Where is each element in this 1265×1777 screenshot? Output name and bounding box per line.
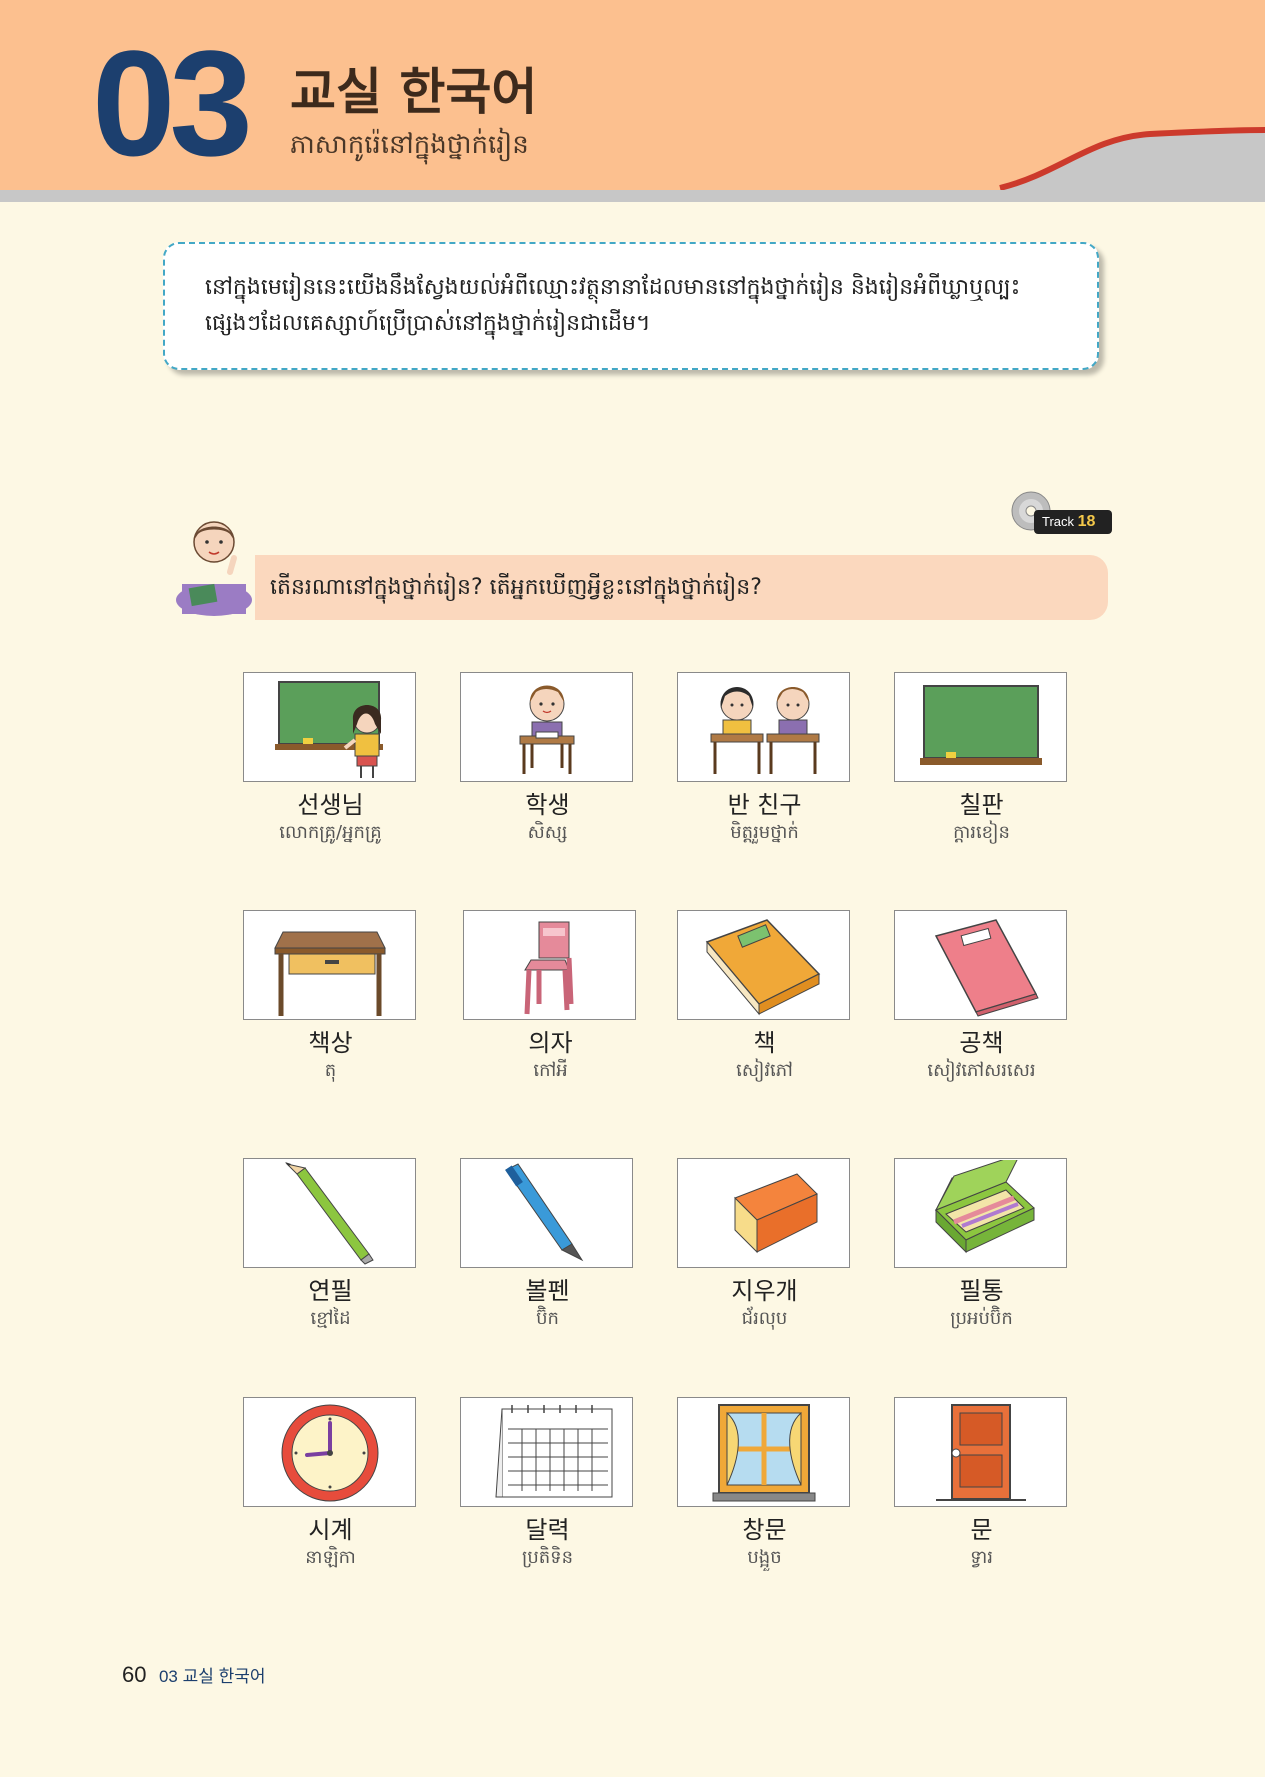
track-number: 18 [1077,513,1096,530]
chapter-number: 03 [92,19,253,187]
vocab-item: 책상 តុ [243,910,418,1084]
vocab-image-frame [243,1158,416,1268]
clock-icon [281,1404,378,1502]
teacher-board-icon [274,681,383,778]
vocab-korean: 시계 [308,1516,353,1544]
vocab-item: 필통 ប្រអប់ប៊ិក [894,1158,1069,1332]
desk-icon [273,931,386,1016]
vocab-item: 칠판 ក្ដារខៀន [894,672,1069,846]
header-divider-band [0,190,1265,202]
vocab-image-frame [677,1397,850,1507]
vocab-khmer: ទ្វារ [970,1547,993,1568]
vocab-item: 시계 នាឡិកា [243,1397,418,1571]
vocab-image-frame [894,1397,1067,1507]
ballpen-icon [504,1163,583,1262]
footer-chapter-label: 03 교실 한국어 [158,1667,266,1686]
audio-track-badge[interactable]: Track 18 [1010,490,1112,535]
vocab-korean: 지우개 [731,1277,798,1305]
vocab-khmer: នាឡិកា [305,1547,356,1568]
vocab-image-frame [243,910,416,1020]
vocab-korean: 의자 [528,1029,573,1057]
vocab-image-frame [243,1397,416,1507]
vocab-khmer: កៅអី [533,1060,568,1081]
vocab-item: 지우개 ជ័រលុប [677,1158,852,1332]
intro-box: នៅក្នុងមេរៀននេះយើងនឹងស្វែងយល់អំពីឈ្មោះវត… [163,242,1099,370]
vocab-item: 볼펜 ប៊ិក [460,1158,635,1332]
vocab-item: 선생님 លោកគ្រូ/អ្នកគ្រូ [243,672,418,846]
vocab-image-frame [677,672,850,782]
door-icon [935,1404,1026,1501]
vocab-korean: 학생 [525,791,570,819]
vocab-khmer: ក្ដារខៀន [953,822,1010,843]
vocab-image-frame [894,910,1067,1020]
blackboard-icon [919,685,1042,765]
vocab-image-frame [894,1158,1067,1268]
vocab-korean: 창문 [742,1516,787,1544]
vocab-khmer: ខ្មៅដៃ [310,1308,351,1329]
eraser-icon [733,1173,818,1254]
vocab-khmer: ប្រអប់ប៊ិក [950,1308,1013,1329]
vocab-korean: 공책 [959,1029,1004,1057]
vocab-image-frame [460,672,633,782]
vocab-image-frame [677,910,850,1020]
vocab-korean: 칠판 [959,791,1004,819]
teacher-avatar-icon [176,521,252,616]
vocab-khmer: តុ [324,1060,337,1081]
vocab-khmer: ប្រតិទិន [521,1547,574,1568]
vocab-korean: 선생님 [297,791,364,819]
vocab-item: 책 សៀវភៅ [677,910,852,1084]
vocab-korean: 필통 [959,1277,1004,1305]
window-icon [712,1404,815,1502]
page-footer: 60 03 교실 한국어 [122,1662,266,1688]
calendar-icon [494,1405,612,1498]
vocab-khmer: សៀវភៅសរសេរ [927,1060,1036,1081]
pencil-icon [284,1162,374,1265]
vocab-korean: 책상 [308,1029,353,1057]
vocab-korean: 달력 [525,1516,570,1544]
vocab-khmer: មិត្តរួមថ្នាក់ [730,822,799,843]
vocab-item: 창문 បង្អួច [677,1397,852,1571]
vocab-image-frame [463,910,636,1020]
vocab-khmer: ប៊ិក [536,1308,559,1329]
vocab-korean: 연필 [308,1277,353,1305]
vocab-image-frame [894,672,1067,782]
vocab-item: 반 친구 មិត្តរួមថ្នាក់ [677,672,852,846]
vocab-item: 문 ទ្វារ [894,1397,1069,1571]
vocab-khmer: សិស្ស [527,822,568,843]
page-number: 60 [122,1662,147,1687]
vocab-item: 달력 ប្រតិទិន [460,1397,635,1571]
vocab-korean: 문 [970,1516,993,1544]
vocab-khmer: លោកគ្រូ/អ្នកគ្រូ [279,822,382,843]
vocab-khmer: បង្អួច [747,1547,782,1568]
vocab-image-frame [460,1158,633,1268]
pencil-case-icon [934,1160,1035,1254]
chapter-subtitle: ភាសាកូរ៉េនៅក្នុងថ្នាក់រៀន [290,130,529,160]
vocab-item: 의자 កៅអី [463,910,638,1084]
track-label: Track 18 [1034,510,1112,534]
intro-text: នៅក្នុងមេរៀននេះយើងនឹងស្វែងយល់អំពីឈ្មោះវត… [205,275,1021,336]
book-icon [705,919,820,1016]
vocab-item: 공책 សៀវភៅសរសេរ [894,910,1069,1084]
vocab-image-frame [677,1158,850,1268]
notebook-icon [934,919,1039,1017]
chair-icon [523,921,573,1015]
classmates-icon [710,687,819,774]
question-bar: តើនរណានៅក្នុងថ្នាក់រៀន? តើអ្នកឃើញអ្វីខ្ល… [255,555,1108,620]
question-text: តើនរណានៅក្នុងថ្នាក់រៀន? តើអ្នកឃើញអ្វីខ្ល… [270,575,762,600]
chapter-title: 교실 한국어 [290,63,538,121]
vocab-korean: 책 [753,1029,776,1057]
vocab-item: 연필 ខ្មៅដៃ [243,1158,418,1332]
student-icon [519,685,574,774]
vocab-image-frame [460,1397,633,1507]
vocab-korean: 반 친구 [727,791,802,819]
vocab-image-frame [243,672,416,782]
chapter-header: 03 교실 한국어 ភាសាកូរ៉េនៅក្នុងថ្នាក់រៀន [0,0,1265,200]
vocab-item: 학생 សិស្ស [460,672,635,846]
vocab-korean: 볼펜 [525,1277,570,1305]
vocab-khmer: ជ័រលុប [741,1308,788,1329]
vocab-khmer: សៀវភៅ [736,1060,793,1081]
